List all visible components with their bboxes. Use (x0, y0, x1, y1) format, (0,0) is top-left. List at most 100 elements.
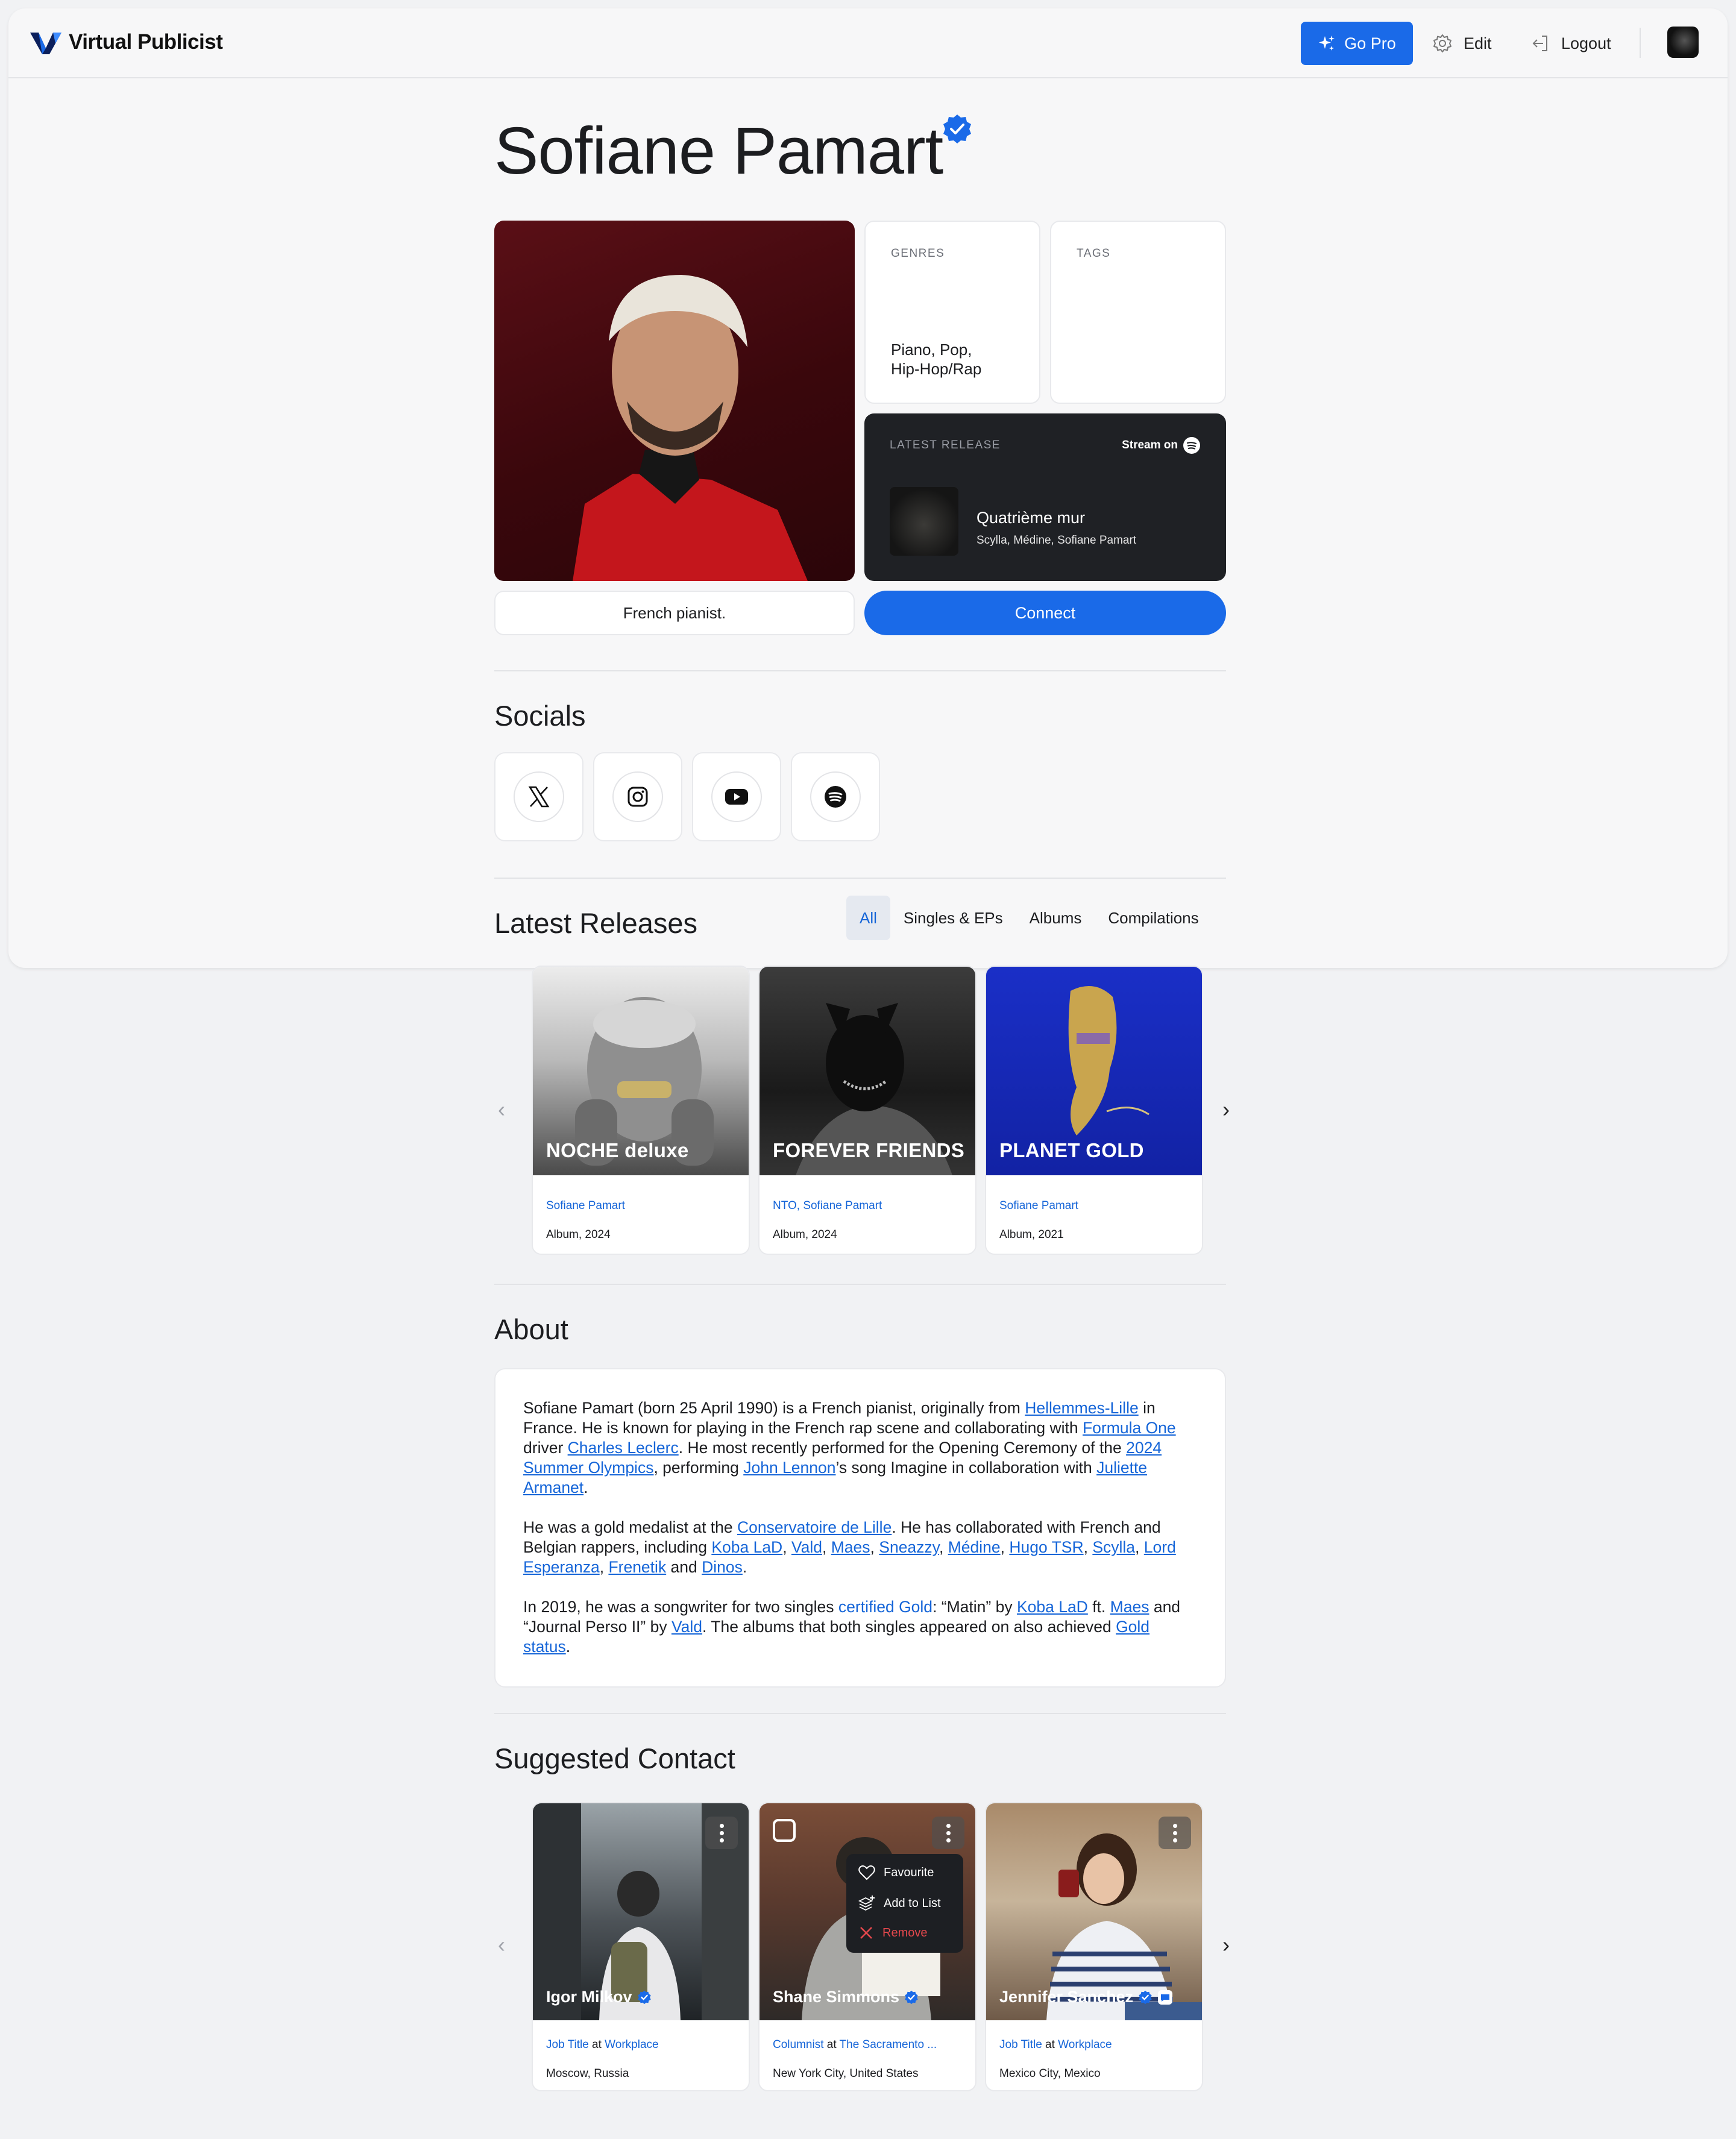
link-vald[interactable]: Vald (791, 1538, 822, 1556)
social-x-button[interactable] (494, 752, 583, 841)
release-meta: Album, 2024 (773, 1228, 837, 1241)
social-x-circle (514, 771, 564, 822)
tab-albums[interactable]: Albums (1016, 896, 1095, 940)
contact-name-text: Jennifer Sanchez (999, 1988, 1134, 2006)
edit-button[interactable]: Edit (1432, 22, 1492, 65)
release-artist-link[interactable]: Sofiane Pamart (999, 1199, 1078, 1213)
tab-singles-eps[interactable]: Singles & EPs (890, 896, 1016, 940)
contact-card[interactable]: Favourite Add to List Remove Shane Simmo… (758, 1802, 976, 2091)
link-maes[interactable]: Maes (1110, 1598, 1149, 1616)
link-conservatoire-de-lille[interactable]: Conservatoire de Lille (737, 1518, 892, 1536)
about-title: About (494, 1313, 568, 1345)
contact-workplace[interactable]: Workplace (1058, 2038, 1112, 2051)
add-to-list-icon (858, 1896, 875, 1911)
verified-badge-icon (943, 115, 971, 143)
social-instagram-button[interactable] (593, 752, 682, 841)
release-card[interactable]: NOCHE deluxe Sofiane Pamart Album, 2024 (532, 966, 750, 1255)
stream-on-spotify-link[interactable]: Stream on (1122, 436, 1201, 454)
logout-label: Logout (1561, 34, 1611, 52)
contact-card[interactable]: Jennifer Sanchez Job Title at Workplace … (985, 1802, 1203, 2091)
link-koba-lad[interactable]: Koba LaD (711, 1538, 782, 1556)
contact-job-title[interactable]: Job Title (999, 2038, 1042, 2051)
link-maes[interactable]: Maes (831, 1538, 870, 1556)
tab-all[interactable]: All (846, 896, 890, 940)
go-pro-button[interactable]: Go Pro (1301, 22, 1413, 65)
menu-remove-label: Remove (882, 1926, 928, 1940)
release-artist-link[interactable]: NTO, Sofiane Pamart (773, 1199, 882, 1213)
contact-workplace[interactable]: The Sacramento ... (840, 2038, 937, 2051)
link-certified-gold[interactable]: certified Gold (838, 1598, 932, 1616)
edit-label: Edit (1464, 34, 1492, 52)
releases-title: Latest Releases (494, 907, 698, 939)
go-pro-label: Go Pro (1344, 34, 1396, 52)
social-spotify-button[interactable] (791, 752, 880, 841)
artist-tagline: French pianist. (494, 591, 855, 635)
menu-item-remove[interactable]: Remove (858, 1925, 927, 1941)
menu-item-add-to-list[interactable]: Add to List (858, 1895, 941, 1912)
contact-job: Columnist at The Sacramento ... (773, 2038, 937, 2052)
link-dinos[interactable]: Dinos (702, 1558, 743, 1576)
contacts-prev-arrow-icon[interactable]: ‹ (498, 1932, 505, 1958)
genres-value: Piano, Pop, Hip-Hop/Rap (891, 340, 981, 378)
link-hugo-tsr[interactable]: Hugo TSR (1009, 1538, 1083, 1556)
contact-job-title[interactable]: Job Title (546, 2038, 589, 2051)
releases-prev-arrow-icon[interactable]: ‹ (498, 1097, 505, 1122)
release-meta: Album, 2024 (546, 1228, 611, 1241)
link-medine[interactable]: Médine (948, 1538, 1001, 1556)
contact-location: New York City, United States (773, 2067, 919, 2080)
link-john-lennon[interactable]: John Lennon (743, 1459, 835, 1477)
about-text: Sofiane Pamart (born 25 April 1990) is a… (523, 1399, 1025, 1417)
link-frenetik[interactable]: Frenetik (608, 1558, 666, 1576)
link-formula-one[interactable]: Formula One (1083, 1419, 1176, 1437)
about-text: In 2019, he was a songwriter for two sin… (523, 1598, 838, 1616)
release-card[interactable]: FOREVER FRIENDS NTO, Sofiane Pamart Albu… (758, 966, 976, 1255)
logout-button[interactable]: Logout (1530, 22, 1611, 65)
release-meta: Album, 2021 (999, 1228, 1064, 1241)
menu-favourite-label: Favourite (884, 1865, 934, 1879)
contact-menu-button[interactable] (932, 1817, 964, 1849)
contact-photo: Jennifer Sanchez (986, 1803, 1202, 2020)
social-youtube-circle (711, 771, 762, 822)
contacts-next-arrow-icon[interactable]: › (1222, 1932, 1230, 1958)
releases-next-arrow-icon[interactable]: › (1222, 1097, 1230, 1122)
latest-release-card[interactable]: LATEST RELEASE Stream on Quatrième mur S… (864, 413, 1226, 581)
social-youtube-button[interactable] (692, 752, 781, 841)
contact-menu-button[interactable] (1159, 1817, 1191, 1849)
header-divider (1640, 28, 1641, 58)
about-text: , (870, 1538, 879, 1556)
about-text: ft. (1087, 1598, 1110, 1616)
link-charles-leclerc[interactable]: Charles Leclerc (568, 1439, 679, 1457)
release-tabs: All Singles & EPs Albums Compilations (846, 896, 1212, 940)
section-divider (494, 1284, 1226, 1285)
verified-badge-icon (905, 1990, 918, 2004)
release-artist-link[interactable]: Sofiane Pamart (546, 1199, 625, 1213)
contact-workplace[interactable]: Workplace (605, 2038, 658, 2051)
contact-job-title[interactable]: Columnist (773, 2038, 823, 2051)
about-paragraph-1: Sofiane Pamart (born 25 April 1990) is a… (523, 1398, 1197, 1498)
link-koba-lad[interactable]: Koba LaD (1017, 1598, 1088, 1616)
about-text: . He most recently performed for the Ope… (678, 1439, 1127, 1457)
gear-icon (1433, 34, 1451, 52)
contact-menu-button[interactable] (705, 1817, 738, 1849)
tab-compilations[interactable]: Compilations (1095, 896, 1212, 940)
release-card[interactable]: PLANET GOLD Sofiane Pamart Album, 2021 (985, 966, 1203, 1255)
section-divider (494, 1713, 1226, 1714)
contact-location: Mexico City, Mexico (999, 2067, 1101, 2080)
connect-button[interactable]: Connect (864, 591, 1226, 635)
link-hellemmes-lille[interactable]: Hellemmes-Lille (1025, 1399, 1139, 1417)
about-text: , (1135, 1538, 1144, 1556)
contact-select-checkbox[interactable] (773, 1819, 796, 1842)
user-avatar[interactable] (1667, 27, 1699, 58)
tags-label: TAGS (1077, 247, 1111, 260)
brand-logo[interactable]: Virtual Publicist (29, 28, 223, 57)
latest-release-artwork (890, 487, 958, 556)
menu-item-favourite[interactable]: Favourite (858, 1865, 934, 1880)
social-instagram-circle (612, 771, 663, 822)
about-text: , (782, 1538, 791, 1556)
link-scylla[interactable]: Scylla (1092, 1538, 1135, 1556)
about-card: Sofiane Pamart (born 25 April 1990) is a… (494, 1368, 1226, 1688)
link-vald[interactable]: Vald (671, 1618, 702, 1636)
verified-badge-icon (1139, 1990, 1152, 2004)
link-sneazzy[interactable]: Sneazzy (879, 1538, 939, 1556)
contact-card[interactable]: Igor Milkov Job Title at Workplace Mosco… (532, 1802, 750, 2091)
